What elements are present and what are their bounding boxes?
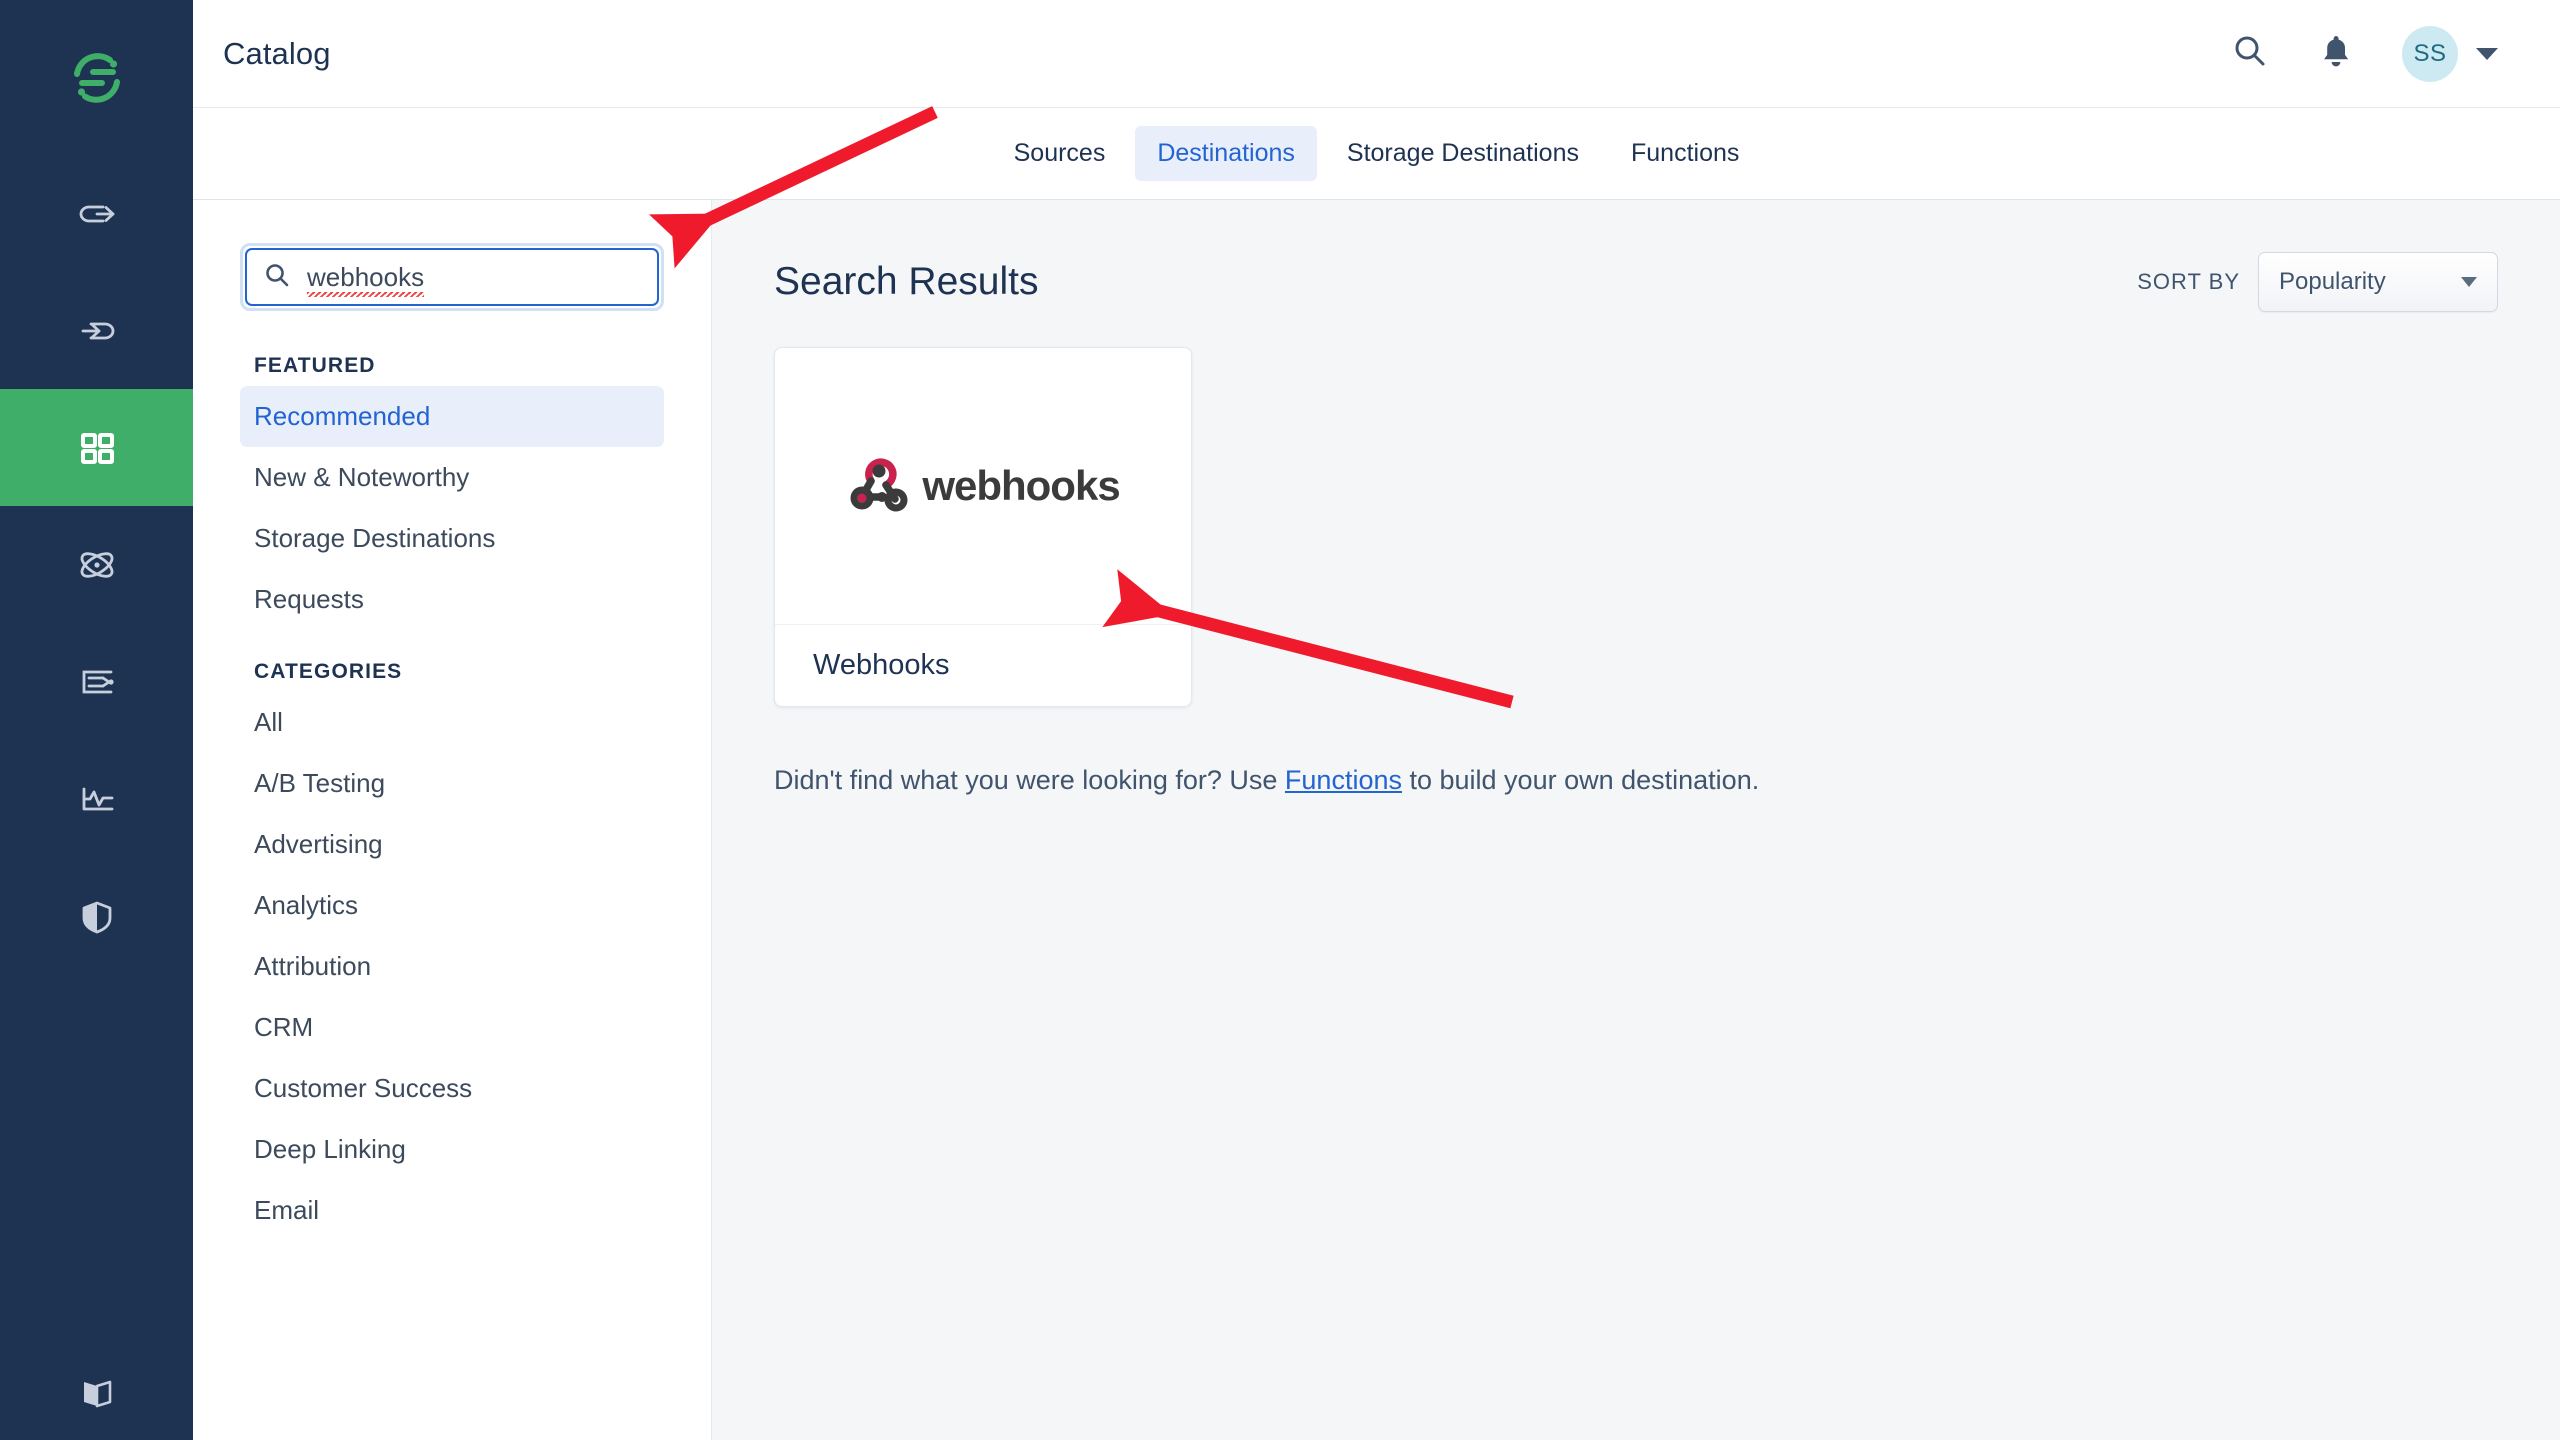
destination-card-logo: webhooks — [775, 348, 1191, 625]
search-input-value: webhooks — [307, 261, 425, 292]
main-region: Catalog SS Sources Destinations Storage … — [193, 0, 2560, 1440]
segment-logo[interactable] — [0, 0, 193, 155]
tab-functions[interactable]: Functions — [1609, 126, 1761, 181]
tab-destinations[interactable]: Destinations — [1135, 126, 1317, 181]
search-icon — [2230, 31, 2270, 76]
privacy-shield-icon — [73, 892, 121, 940]
personas-atom-icon — [73, 541, 121, 589]
avatar-initials: SS — [2413, 39, 2447, 67]
sidebar-item-attribution[interactable]: Attribution — [240, 936, 664, 997]
spellcheck-underline — [307, 291, 425, 297]
sidebar-item-new-noteworthy[interactable]: New & Noteworthy — [240, 447, 664, 508]
destination-card-name: Webhooks — [813, 649, 950, 681]
webhooks-logo-icon — [846, 454, 912, 519]
protocols-icon — [73, 658, 121, 706]
no-results-footnote: Didn't find what you were looking for? U… — [774, 765, 2498, 796]
functions-link[interactable]: Functions — [1285, 765, 1402, 795]
webhooks-logo: webhooks — [846, 454, 1121, 519]
sidebar-item-deep-linking[interactable]: Deep Linking — [240, 1119, 664, 1180]
analytics-chart-icon — [73, 775, 121, 823]
categories-heading: CATEGORIES — [254, 660, 403, 683]
rail-item-protocols[interactable] — [0, 623, 193, 740]
chevron-down-icon — [2461, 277, 2477, 287]
search-input[interactable]: webhooks — [245, 248, 659, 306]
results-region: Search Results SORT BY Popularity webhoo… — [712, 200, 2560, 1440]
rail-item-personas[interactable] — [0, 506, 193, 623]
footnote-suffix: to build your own destination. — [1401, 765, 1760, 795]
rail-item-docs[interactable] — [0, 1370, 193, 1418]
sidebar-item-customer-success[interactable]: Customer Success — [240, 1058, 664, 1119]
featured-list: Recommended New & Noteworthy Storage Des… — [240, 386, 664, 630]
catalog-tabbar: Sources Destinations Storage Destination… — [193, 108, 2560, 200]
header-actions: SS — [2230, 25, 2498, 82]
rail-item-privacy[interactable] — [0, 857, 193, 974]
docs-book-icon — [73, 1370, 121, 1418]
sidebar-item-storage-destinations[interactable]: Storage Destinations — [240, 508, 664, 569]
app-header: Catalog SS — [193, 0, 2560, 108]
destinations-icon — [73, 307, 121, 355]
sources-icon — [73, 190, 121, 238]
sidebar-item-ab-testing[interactable]: A/B Testing — [240, 753, 664, 814]
sidebar-item-advertising[interactable]: Advertising — [240, 814, 664, 875]
sort-by-value: Popularity — [2279, 268, 2386, 295]
chevron-down-icon — [2476, 47, 2498, 60]
catalog-grid-icon — [73, 424, 121, 472]
search-input-value-wrap: webhooks — [307, 261, 425, 297]
notifications-button[interactable] — [2318, 31, 2354, 76]
sidebar-item-all[interactable]: All — [240, 692, 664, 753]
footnote-prefix: Didn't find what you were looking for? U… — [774, 765, 1285, 795]
search-icon — [263, 261, 291, 294]
destination-card-footer: Webhooks — [775, 625, 1191, 706]
rail-item-destinations[interactable] — [0, 272, 193, 389]
webhooks-wordmark: webhooks — [922, 462, 1120, 509]
destination-card-webhooks[interactable]: webhooks Webhooks — [774, 347, 1192, 707]
sidebar-item-crm[interactable]: CRM — [240, 997, 664, 1058]
sidebar-item-email[interactable]: Email — [240, 1180, 664, 1241]
page-title: Catalog — [223, 35, 331, 71]
rail-item-analytics[interactable] — [0, 740, 193, 857]
rail-item-sources[interactable] — [0, 155, 193, 272]
tab-storage-destinations[interactable]: Storage Destinations — [1325, 126, 1601, 181]
catalog-search-wrap: webhooks — [240, 243, 664, 311]
sort-by-label: SORT BY — [2137, 269, 2240, 294]
sidebar-item-recommended[interactable]: Recommended — [240, 386, 664, 447]
tab-sources[interactable]: Sources — [992, 126, 1128, 181]
featured-heading: FEATURED — [254, 354, 376, 377]
sidebar-item-analytics[interactable]: Analytics — [240, 875, 664, 936]
avatar: SS — [2402, 25, 2458, 82]
bell-icon — [2318, 31, 2354, 76]
catalog-search-focus-ring: webhooks — [240, 243, 664, 311]
global-search-button[interactable] — [2230, 31, 2270, 76]
page-heading: Search Results — [774, 260, 1039, 303]
app-root: Catalog SS Sources Destinations Storage … — [0, 0, 2560, 1440]
sort-by-select[interactable]: Popularity — [2258, 252, 2498, 312]
primary-nav-rail — [0, 0, 193, 1440]
catalog-body: webhooks FEATURED Recommended New & Note… — [193, 200, 2560, 1440]
catalog-filter-panel: webhooks FEATURED Recommended New & Note… — [193, 200, 712, 1440]
results-header: Search Results SORT BY Popularity — [774, 252, 2498, 312]
account-menu[interactable]: SS — [2402, 25, 2498, 82]
rail-item-catalog[interactable] — [0, 389, 193, 506]
categories-list: All A/B Testing Advertising Analytics At… — [240, 692, 664, 1241]
sidebar-item-requests[interactable]: Requests — [240, 569, 664, 630]
